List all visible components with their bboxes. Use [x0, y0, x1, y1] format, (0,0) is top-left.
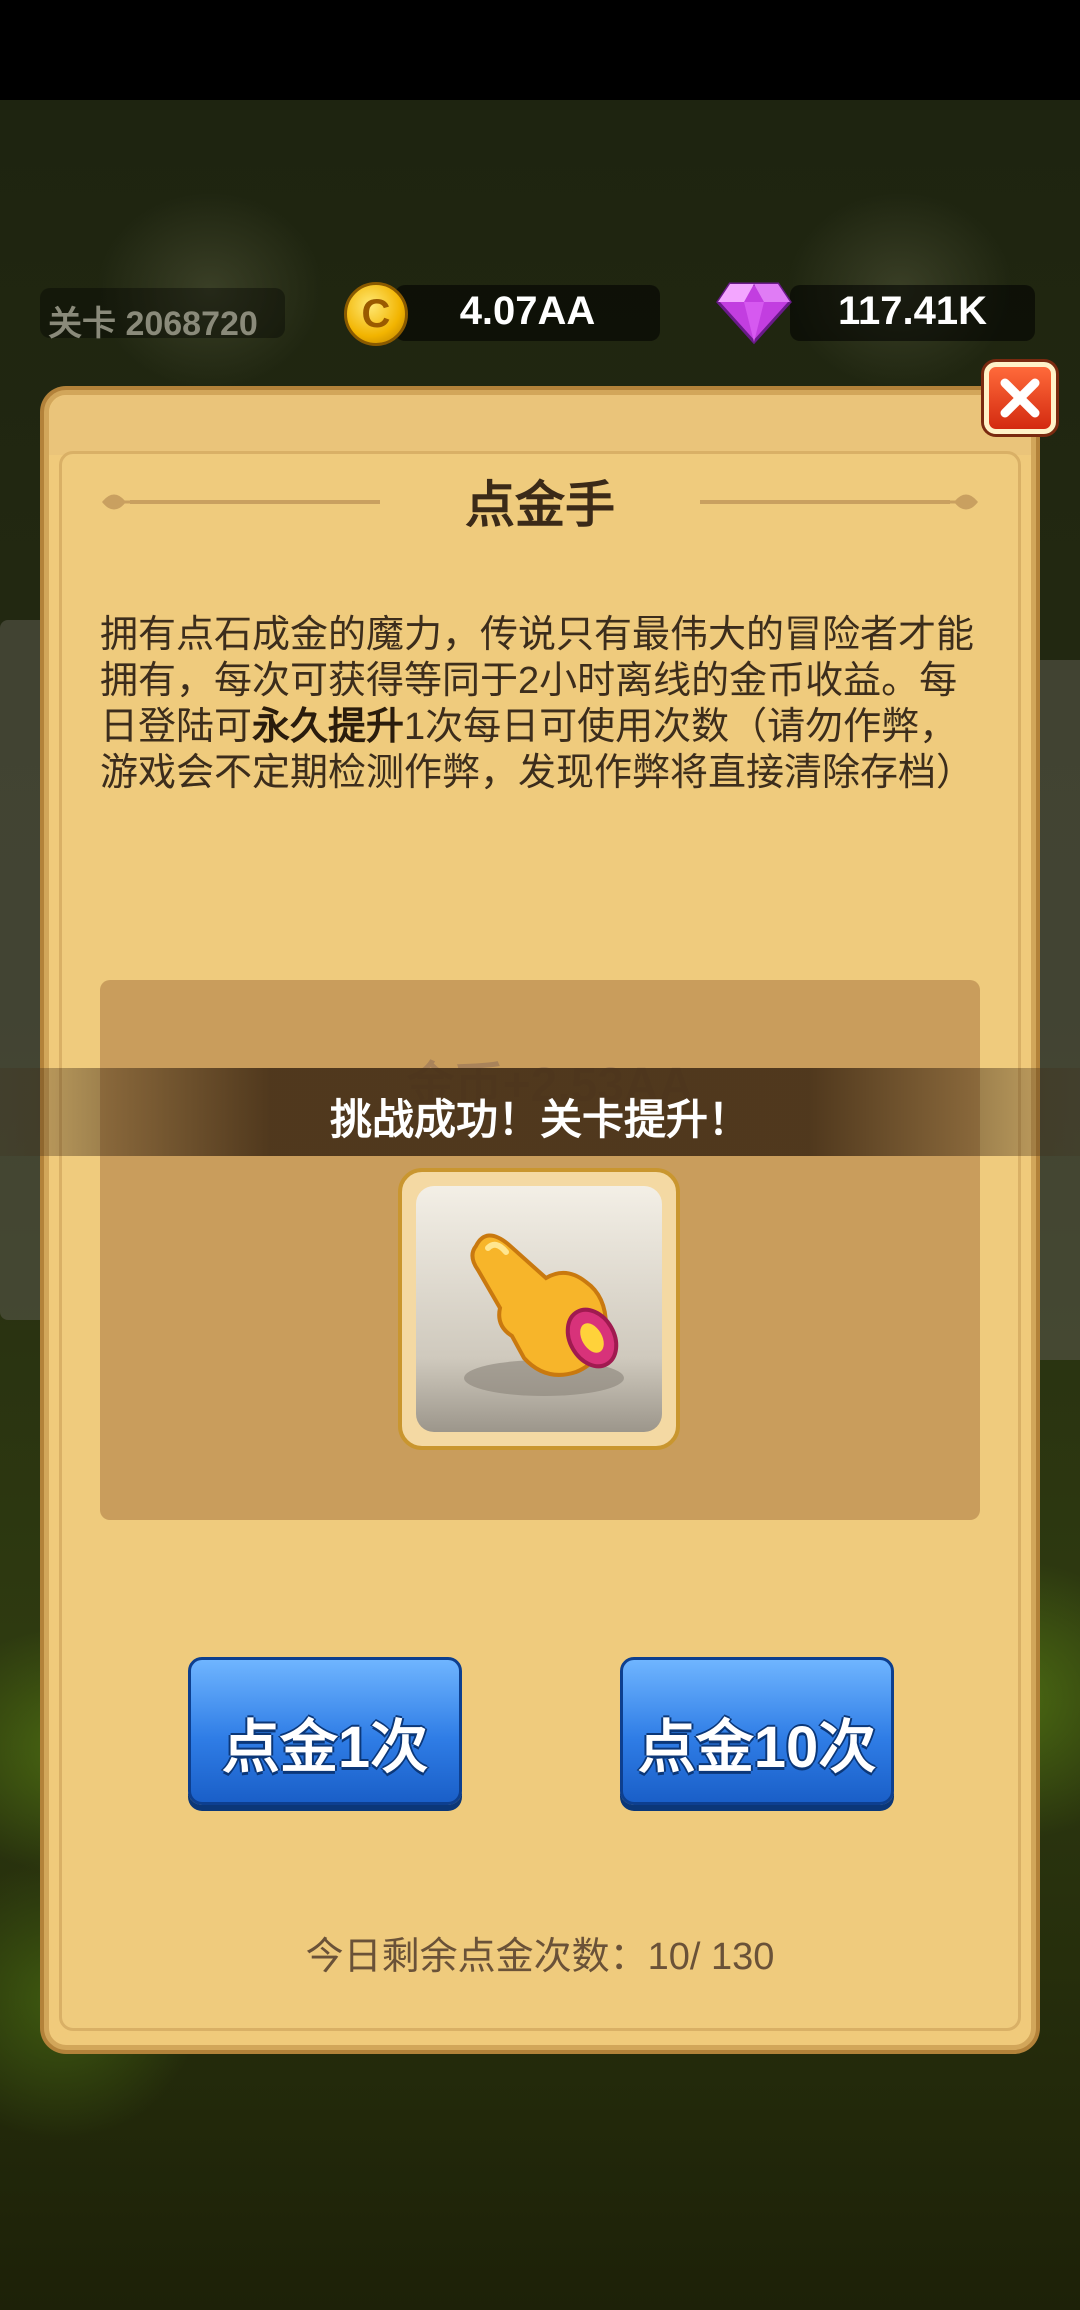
status-bar — [0, 0, 1080, 100]
remaining-label: 今日剩余点金次数： — [305, 1936, 648, 1978]
gem-icon — [716, 282, 792, 345]
touch-once-label: 点金1次 — [221, 1715, 429, 1780]
remaining-value: 10/ 130 — [647, 1936, 775, 1978]
touch-once-button[interactable]: 点金1次 — [188, 1657, 462, 1805]
coin-amount: 4.07AA — [459, 289, 596, 333]
level-indicator: 关卡 2068720 — [40, 288, 285, 343]
toast-message: 挑战成功！关卡提升！ — [329, 1096, 750, 1143]
level-label: 关卡 2068720 — [48, 305, 258, 343]
dialog-description: 拥有点石成金的魔力，传说只有最伟大的冒险者才能拥有，每次可获得等同于2小时离线的… — [100, 612, 980, 796]
remaining-uses: 今日剩余点金次数：10/ 130 — [0, 1925, 1080, 1980]
touch-ten-label: 点金10次 — [637, 1715, 877, 1780]
ornament-left-icon — [102, 494, 144, 510]
ornament-right-icon — [936, 494, 978, 510]
dialog-header-band — [49, 395, 1031, 455]
gem-amount: 117.41K — [837, 289, 988, 333]
golden-pointing-hand-icon — [464, 1233, 624, 1396]
close-button[interactable] — [984, 362, 1056, 434]
title-divider-right — [700, 500, 950, 504]
dialog-title: 点金手 — [465, 477, 615, 533]
item-slot — [398, 1168, 680, 1450]
title-divider-left — [130, 500, 380, 504]
touch-ten-button[interactable]: 点金10次 — [620, 1657, 894, 1805]
item-slot-inner — [416, 1186, 662, 1432]
toast-banner: 挑战成功！关卡提升！ — [0, 1068, 1080, 1156]
description-bold-text: 永久提升 — [252, 706, 405, 748]
close-icon — [1000, 378, 1040, 418]
